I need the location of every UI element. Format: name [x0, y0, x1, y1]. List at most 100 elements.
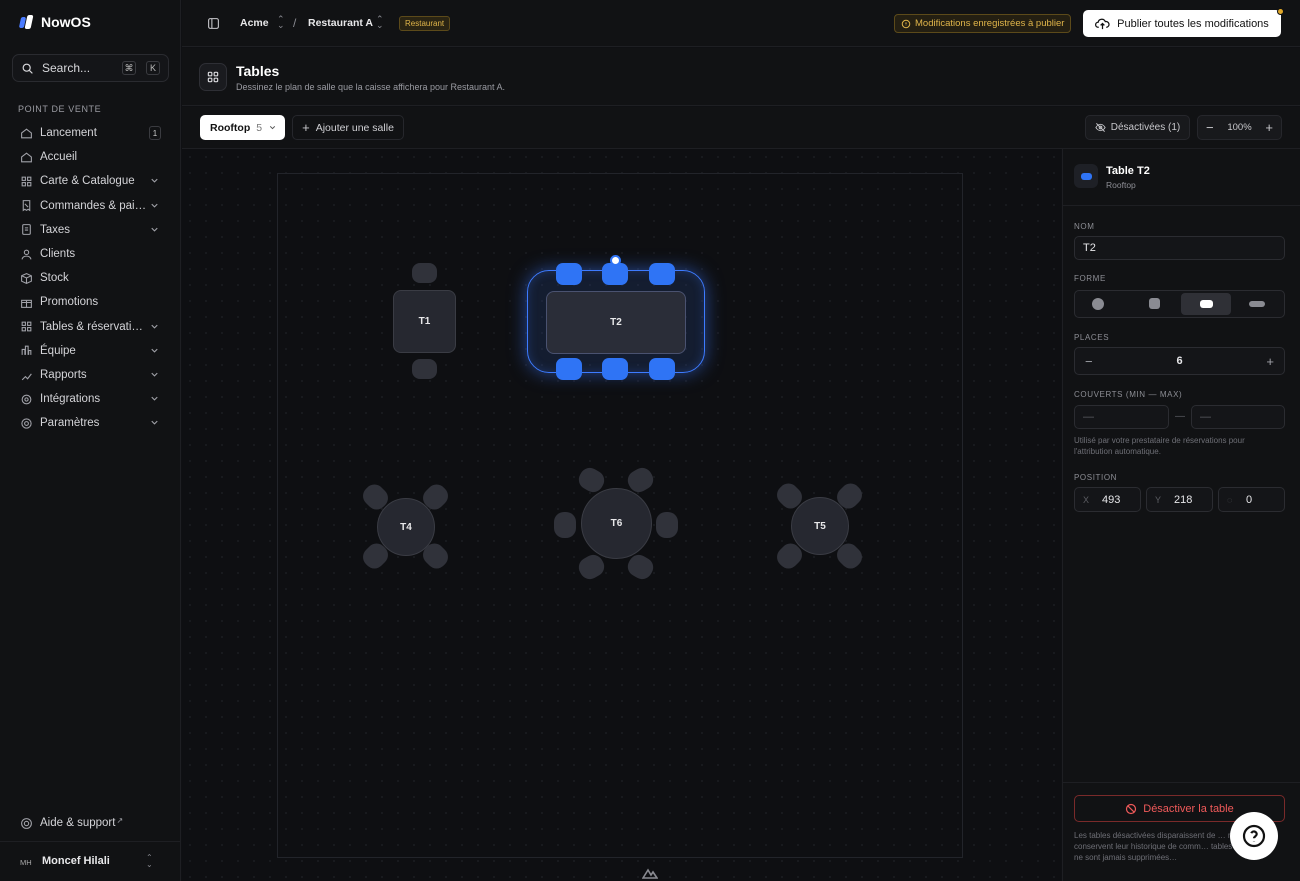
chair: [556, 263, 582, 285]
page-subtitle: Dessinez le plan de salle que la caisse …: [236, 82, 505, 92]
count-badge: 1: [149, 126, 161, 140]
floor-plan-canvas[interactable]: T1 T2 T4 T6 T5: [182, 149, 1061, 881]
sidebar-item-label: Accueil: [40, 151, 78, 164]
grid-icon: [20, 175, 33, 188]
sidebar-item[interactable]: Promotions: [12, 291, 170, 313]
sidebar-item-label: Lancement: [40, 127, 97, 139]
sidebar-item[interactable]: Lancement 1: [12, 122, 170, 144]
search-input[interactable]: Search... ⌘ K: [12, 54, 169, 82]
zoom-level: 100%: [1227, 122, 1252, 133]
restaurant-switcher-icon[interactable]: ⌃ ⌄: [376, 15, 384, 30]
topbar: Acme ⌃ ⌄ / Restaurant A ⌃ ⌄ Restaurant Mod…: [182, 0, 1300, 47]
external-link-icon: ↗: [116, 815, 124, 825]
app-name: NowOS: [41, 14, 91, 30]
shape-square-option[interactable]: [1149, 298, 1160, 309]
rotate-handle[interactable]: [610, 255, 621, 266]
chair: [649, 263, 675, 285]
chevron-down-icon[interactable]: [149, 321, 160, 332]
table-t4[interactable]: T4: [377, 498, 435, 556]
compass-icon: [642, 868, 658, 879]
chevron-down-icon[interactable]: [149, 224, 160, 235]
question-icon: [1242, 824, 1266, 848]
page-title: Tables: [236, 63, 280, 79]
table-t6[interactable]: T6: [581, 488, 652, 559]
sidebar-item[interactable]: Taxes: [12, 219, 170, 241]
position-y-field[interactable]: Y 218: [1146, 487, 1213, 512]
x-axis-label: X: [1083, 494, 1090, 505]
publish-all-button[interactable]: Publier toutes les modifications: [1083, 8, 1284, 37]
sidebar-item[interactable]: Équipe: [12, 340, 170, 362]
chevron-down-icon[interactable]: [149, 200, 160, 211]
team-icon: [20, 344, 33, 357]
toggle-sidebar-icon[interactable]: [207, 17, 220, 30]
sidebar-item-label: Clients: [40, 248, 76, 260]
decrement-button[interactable]: −: [1085, 354, 1093, 369]
breadcrumb-separator: /: [293, 16, 297, 30]
tables-grid-icon: [199, 63, 227, 91]
covers-min-field[interactable]: —: [1074, 405, 1169, 429]
sidebar-item[interactable]: Clients: [12, 243, 170, 265]
plug-icon: [20, 393, 33, 406]
seats-stepper[interactable]: − 6 +: [1074, 347, 1285, 375]
sidebar-item-label: Stock: [40, 272, 69, 285]
name-label: NOM: [1074, 222, 1095, 231]
shape-rectangle-option[interactable]: [1181, 293, 1231, 315]
kbd-k: K: [146, 61, 160, 75]
sidebar-item[interactable]: Commandes & pai…: [12, 195, 170, 217]
sidebar-item[interactable]: Paramètres: [12, 412, 170, 434]
breadcrumb-restaurant[interactable]: Restaurant A: [308, 17, 373, 29]
chevron-down-icon[interactable]: [149, 393, 160, 404]
user-icon: [20, 248, 33, 261]
help-support-link[interactable]: Aide & support ↗: [12, 812, 170, 834]
covers-max-field[interactable]: —: [1191, 405, 1285, 429]
shape-round-option[interactable]: [1092, 298, 1104, 310]
covers-label: COUVERTS (MIN — MAX): [1074, 390, 1183, 399]
rotation-field[interactable]: ◌ 0: [1218, 487, 1285, 512]
pending-changes-notice[interactable]: Modifications enregistrées à publier: [894, 14, 1072, 33]
room-selector[interactable]: Rooftop 5: [200, 115, 285, 140]
chair: [412, 359, 437, 379]
sidebar-item-label: Commandes & pai…: [40, 199, 147, 212]
shape-bar-option[interactable]: [1249, 301, 1265, 307]
room-table-count: 5: [256, 121, 263, 134]
gear-icon: [20, 417, 33, 430]
floor-toolbar: Rooftop 5 + Ajouter une salle Désactivée…: [182, 107, 1300, 149]
table-t2[interactable]: T2: [546, 291, 686, 354]
help-button[interactable]: [1230, 812, 1278, 860]
sidebar-item-label: Rapports: [40, 369, 87, 381]
table-t5[interactable]: T5: [791, 497, 849, 555]
info-circle-icon: [901, 19, 911, 28]
sidebar-item[interactable]: Carte & Catalogue: [12, 170, 170, 192]
panel-subtitle: Rooftop: [1106, 180, 1136, 190]
sidebar-item[interactable]: Rapports: [12, 364, 170, 386]
add-room-button[interactable]: + Ajouter une salle: [292, 115, 404, 140]
chevron-down-icon[interactable]: [149, 369, 160, 380]
sidebar-item[interactable]: Tables & réservati…: [12, 316, 170, 338]
table-t1[interactable]: T1: [393, 290, 456, 353]
chevron-down-icon[interactable]: [149, 417, 160, 428]
sidebar-item[interactable]: Accueil: [12, 146, 170, 168]
logo-icon: [18, 14, 34, 30]
table-name-field[interactable]: T2: [1074, 236, 1285, 260]
position-x-field[interactable]: X 493: [1074, 487, 1141, 512]
covers-separator: —: [1175, 411, 1185, 422]
sidebar-item-label: Tables & réservati…: [40, 320, 143, 333]
sidebar-item[interactable]: Stock: [12, 267, 170, 289]
chevron-down-icon[interactable]: [149, 345, 160, 356]
deactivate-label: Désactiver la table: [1143, 802, 1234, 815]
zoom-in-button[interactable]: +: [1265, 120, 1273, 135]
user-menu-chevron-icon[interactable]: ⌃ ⌄: [146, 854, 153, 869]
chair: [602, 358, 628, 380]
chevron-down-icon: [269, 126, 276, 130]
increment-button[interactable]: +: [1266, 354, 1274, 369]
org-switcher-icon[interactable]: ⌃ ⌄: [277, 15, 285, 30]
home-icon: [20, 127, 33, 140]
breadcrumb-org[interactable]: Acme: [240, 17, 269, 29]
deactivated-tables-button[interactable]: Désactivées (1): [1085, 115, 1190, 140]
cloud-upload-icon: [1095, 18, 1110, 30]
sidebar-item[interactable]: Intégrations: [12, 388, 170, 410]
app-logo[interactable]: NowOS: [18, 14, 91, 30]
user-name[interactable]: Moncef Hilali: [42, 855, 110, 867]
zoom-out-button[interactable]: −: [1206, 120, 1214, 135]
chevron-down-icon[interactable]: [149, 175, 160, 186]
